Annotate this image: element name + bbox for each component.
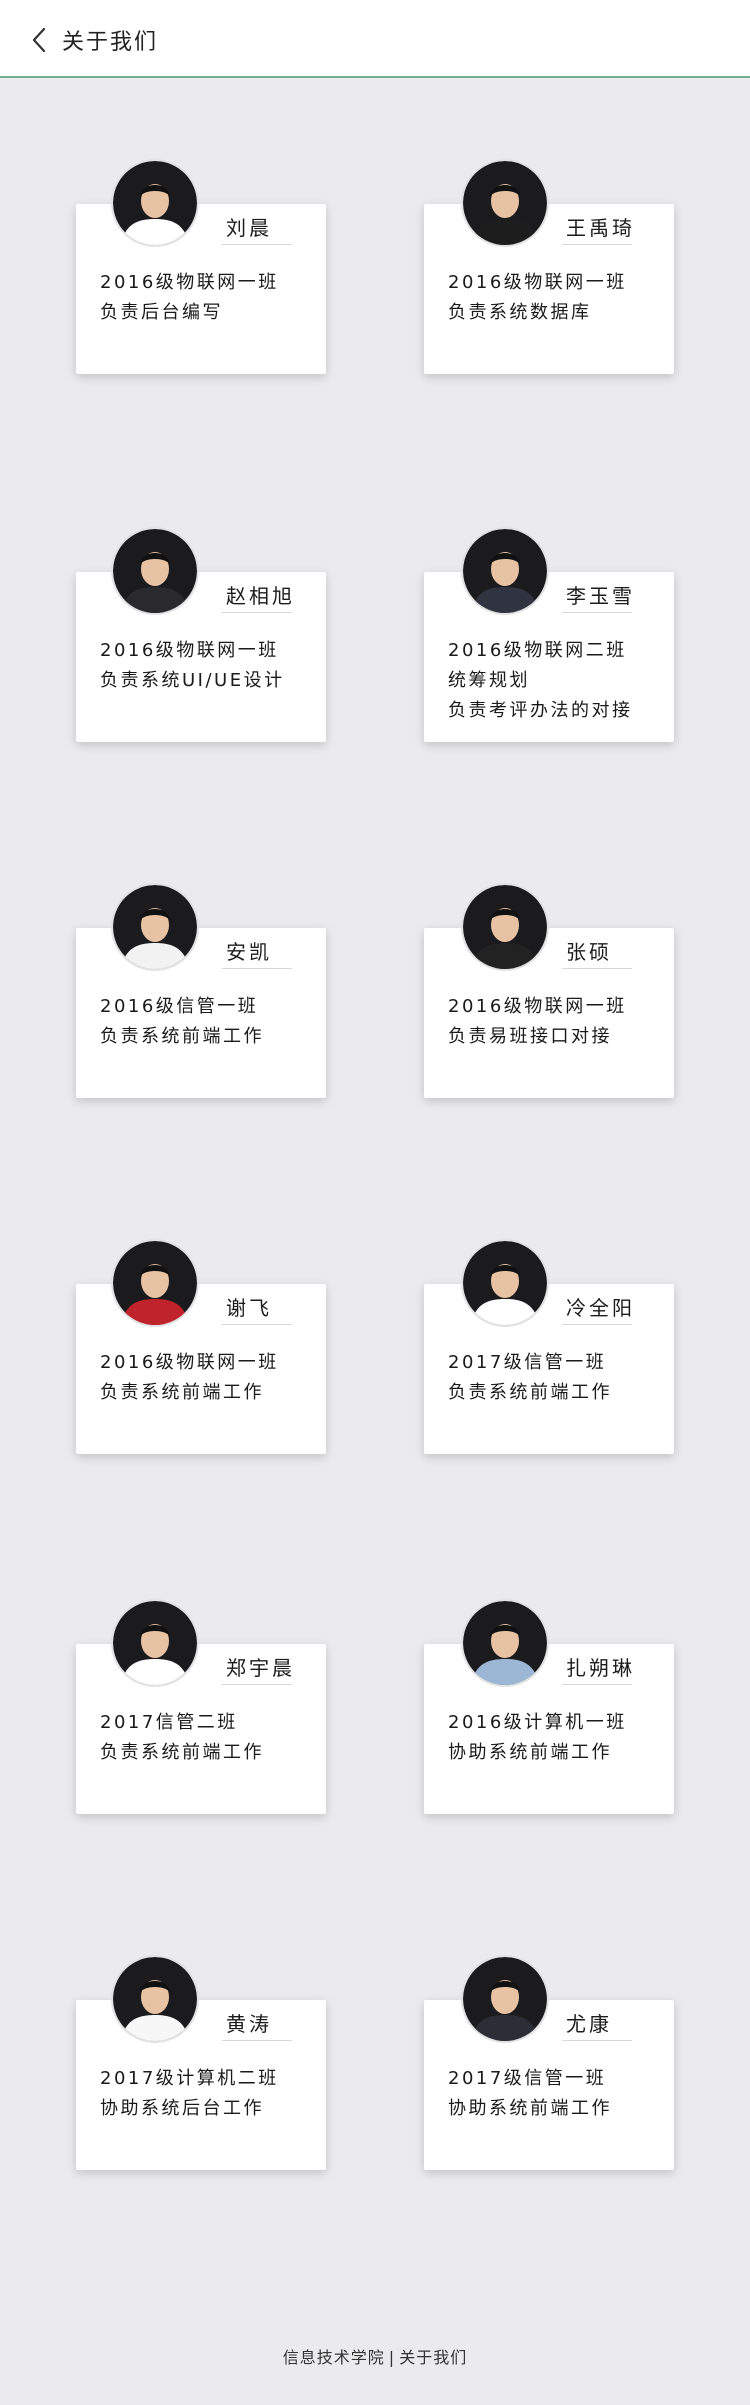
member-description: 2016级物联网一班 负责易班接口对接 xyxy=(448,992,627,1052)
name-underline xyxy=(222,1684,292,1685)
page-title: 关于我们 xyxy=(62,30,159,55)
avatar xyxy=(113,161,197,245)
description-line: 2016级物联网一班 xyxy=(448,272,627,293)
description-line: 2016级物联网二班 xyxy=(448,640,627,661)
avatar xyxy=(113,1601,197,1685)
member-name: 王禹琦 xyxy=(566,216,635,240)
member-description: 2016级物联网一班 负责系统数据库 xyxy=(448,268,627,328)
member-description: 2017信管二班负责系统前端工作 xyxy=(100,1708,264,1768)
member-name: 谢飞 xyxy=(226,1296,272,1320)
member-name: 黄涛 xyxy=(226,2012,272,2036)
description-line: 负责系统前端工作 xyxy=(100,1026,264,1047)
member-description: 2016级物联网一班 负责后台编写 xyxy=(100,268,279,328)
member-name: 刘晨 xyxy=(226,216,272,240)
avatar xyxy=(113,529,197,613)
app-header: 关于我们 xyxy=(0,0,750,78)
description-line: 2016级物联网一班 xyxy=(100,272,279,293)
footer-separator: | xyxy=(388,2348,396,2367)
description-line: 负责系统前端工作 xyxy=(100,1382,264,1403)
member-name: 扎朔琳 xyxy=(566,1656,635,1680)
member-name: 李玉雪 xyxy=(566,584,635,608)
description-line: 协助系统前端工作 xyxy=(448,1742,612,1763)
member-name: 安凯 xyxy=(226,940,272,964)
description-line: 2016级计算机一班 xyxy=(448,1712,627,1733)
member-description: 2016级物联网一班 负责系统UI/UE设计 xyxy=(100,636,285,696)
description-line: 负责后台编写 xyxy=(100,302,223,323)
description-line: 2017信管二班 xyxy=(100,1712,238,1733)
name-underline xyxy=(222,2040,292,2041)
name-underline xyxy=(562,1684,632,1685)
footer: 信息技术学院 | 关于我们 xyxy=(0,2344,750,2368)
footer-page: 关于我们 xyxy=(399,2348,468,2367)
name-underline xyxy=(222,612,292,613)
member-description: 2016级物联网一班 负责系统前端工作 xyxy=(100,1348,279,1408)
description-line: 负责考评办法的对接 xyxy=(448,700,633,721)
avatar xyxy=(113,885,197,969)
member-description: 2017级信管一班 协助系统前端工作 xyxy=(448,2064,612,2124)
footer-school: 信息技术学院 xyxy=(282,2348,385,2367)
description-line: 2016级物联网一班 xyxy=(100,640,279,661)
description-line: 2017级信管一班 xyxy=(448,2068,607,2089)
member-description: 2016级计算机一班 协助系统前端工作 xyxy=(448,1708,627,1768)
back-icon[interactable] xyxy=(28,26,54,54)
avatar xyxy=(463,161,547,245)
description-line: 2017级计算机二班 xyxy=(100,2068,279,2089)
avatar xyxy=(463,1601,547,1685)
member-name: 张硕 xyxy=(566,940,612,964)
name-underline xyxy=(562,968,632,969)
member-name: 冷全阳 xyxy=(566,1296,635,1320)
description-line: 负责系统数据库 xyxy=(448,302,592,323)
description-line: 负责易班接口对接 xyxy=(448,1026,612,1047)
member-name: 郑宇晨 xyxy=(226,1656,295,1680)
name-underline xyxy=(562,612,632,613)
name-underline xyxy=(562,244,632,245)
name-underline xyxy=(562,2040,632,2041)
description-line: 负责系统前端工作 xyxy=(100,1742,264,1763)
description-line: 2017级信管一班 xyxy=(448,1352,607,1373)
member-description: 2017级信管一班 负责系统前端工作 xyxy=(448,1348,612,1408)
description-line: 协助系统前端工作 xyxy=(448,2098,612,2119)
description-line: 2016级信管一班 xyxy=(100,996,259,1017)
description-line: 统筹规划 xyxy=(448,670,530,691)
member-description: 2016级信管一班 负责系统前端工作 xyxy=(100,992,264,1052)
description-line: 负责系统前端工作 xyxy=(448,1382,612,1403)
name-underline xyxy=(562,1324,632,1325)
member-description: 2016级物联网二班 统筹规划负责考评办法的对接 xyxy=(448,636,633,726)
member-name: 尤康 xyxy=(566,2012,612,2036)
name-underline xyxy=(222,968,292,969)
avatar xyxy=(113,1241,197,1325)
avatar xyxy=(463,1957,547,2041)
avatar xyxy=(463,529,547,613)
name-underline xyxy=(222,1324,292,1325)
description-line: 2016级物联网一班 xyxy=(100,1352,279,1373)
description-line: 2016级物联网一班 xyxy=(448,996,627,1017)
description-line: 协助系统后台工作 xyxy=(100,2098,264,2119)
description-line: 负责系统UI/UE设计 xyxy=(100,670,285,691)
avatar xyxy=(113,1957,197,2041)
member-description: 2017级计算机二班 协助系统后台工作 xyxy=(100,2064,279,2124)
name-underline xyxy=(222,244,292,245)
member-name: 赵相旭 xyxy=(226,584,295,608)
avatar xyxy=(463,1241,547,1325)
avatar xyxy=(463,885,547,969)
